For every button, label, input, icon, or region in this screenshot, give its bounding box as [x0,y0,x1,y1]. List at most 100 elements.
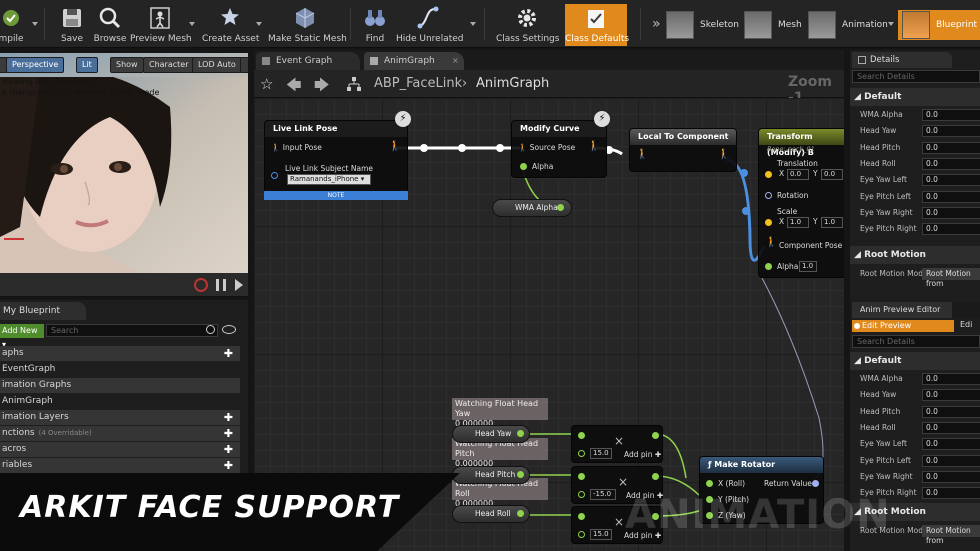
rotation-pin[interactable] [765,192,772,199]
multiply-roll-in-a-pin[interactable] [578,513,585,520]
details-tab[interactable]: Details [852,52,952,68]
viewport-extra-button[interactable] [240,57,248,73]
my-blueprint-tab[interactable]: My Blueprint [0,302,86,320]
subject-name-pin[interactable] [271,172,278,179]
multiply-yaw-out-pin[interactable] [652,432,659,439]
class-settings-button[interactable]: Class Settings [496,0,559,48]
wma-alpha-output-pin[interactable] [557,204,564,211]
detail-field-input[interactable]: 0.0 [922,157,980,170]
translation-y-input[interactable]: 0.0 [821,169,843,180]
detail-field-input[interactable]: 0.0 [922,190,980,203]
tab-event-graph[interactable]: Event Graph [256,52,360,70]
detail-field-input[interactable]: 0.0 [922,141,980,154]
modify-curve-node[interactable]: Modify Curve ⚡ 🚶 Source Pose 🚶 Alpha [511,111,610,178]
my-blueprint-category[interactable]: riables ✚ [0,458,240,473]
detail-field-input[interactable]: 0.0 [922,373,980,385]
detail-field-input[interactable]: 0.0 [922,125,980,138]
head-roll-output-pin[interactable] [517,510,524,517]
component-pose-in-pin-icon[interactable]: 🚶 [765,237,777,248]
source-pose-pin[interactable]: 🚶 Source Pose [518,143,575,152]
translation-x-input[interactable]: 0.0 [787,169,809,180]
hide-unrelated-button[interactable]: Hide Unrelated [396,0,464,48]
add-pin-yaw[interactable]: Add pin ✚ [624,450,661,459]
detail-field-input[interactable]: 0.0 [922,487,980,500]
scale-x-input[interactable]: 1.0 [787,217,809,228]
head-yaw-getter[interactable]: Head Yaw [452,425,530,443]
live-link-pose-node[interactable]: Live Link Pose ⚡ 🚶 Input Pose 🚶 Live Lin… [264,111,411,200]
scale-pin[interactable] [765,219,772,226]
class-defaults-button[interactable]: Class Defaults [565,4,629,46]
local-to-component-node[interactable]: Local To Component 🚶 🚶 [629,128,737,172]
favorite-star-icon[interactable]: ☆ [260,75,273,93]
preview-default-section-header[interactable]: ◢ Default [850,352,980,370]
save-button[interactable]: Save [52,0,92,48]
head-yaw-output-pin[interactable] [517,430,524,437]
head-pitch-output-pin[interactable] [517,471,524,478]
multiply-yaw-in-b-pin[interactable] [578,450,585,457]
detail-field-input[interactable]: 0.0 [922,174,980,187]
compile-dropdown-icon[interactable] [32,22,38,26]
preview-mesh-button[interactable]: Preview Mesh [130,0,192,48]
add-plus-icon[interactable]: ✚ [223,412,234,423]
mode-animation-button[interactable]: Animation [808,10,888,40]
make-static-mesh-button[interactable]: Make Static Mesh [268,0,347,48]
alpha-pin[interactable] [520,163,527,170]
character-button[interactable]: Character [143,57,195,73]
create-asset-button[interactable]: Create Asset [202,0,259,48]
lod-button[interactable]: LOD Auto [192,57,242,73]
multiply-pitch-in-a-pin[interactable] [578,473,585,480]
multiply-roll-value[interactable]: 15.0 [590,529,612,540]
add-plus-icon[interactable]: ✚ [223,460,234,471]
default-section-header[interactable]: ◢ Default [850,88,980,106]
browse-button[interactable]: Browse [92,0,128,48]
my-blueprint-category[interactable]: nctions (4 Overridable) ✚ [0,426,240,441]
detail-field-input[interactable]: 0.0 [922,206,980,219]
my-blueprint-item[interactable]: AnimGraph [0,394,240,409]
component-pose-pin-icon[interactable]: 🚶 [718,149,730,160]
play-icon[interactable] [235,279,243,291]
back-arrow-icon[interactable]: 🡄 [286,75,302,100]
mode-mesh-button[interactable]: Mesh [744,10,802,40]
tab-anim-graph[interactable]: AnimGraph [364,52,464,70]
show-button[interactable]: Show [110,57,144,73]
preview-root-motion-mode-select[interactable]: Root Motion from [922,525,980,545]
multiply-pitch-in-b-pin[interactable] [578,491,585,498]
multiply-yaw-in-a-pin[interactable] [578,432,585,439]
multiply-roll-in-b-pin[interactable] [578,531,585,538]
transform-alpha-pin[interactable] [765,263,772,270]
detail-field-input[interactable]: 0.0 [922,405,980,418]
create-asset-dropdown-icon[interactable] [256,22,262,26]
head-roll-getter[interactable]: Head Roll [452,505,530,523]
detail-field-input[interactable]: 0.0 [922,454,980,467]
scale-y-input[interactable]: 1.0 [821,217,843,228]
compile-button[interactable]: mpile [0,0,28,48]
multiply-node-yaw[interactable]: 15.0 × Add pin ✚ [571,425,663,463]
detail-field-input[interactable]: 0.0 [922,470,980,483]
subject-name-dropdown[interactable]: Ramanands_iPhone ▾ [287,174,371,185]
preview-mesh-dropdown-icon[interactable] [189,22,195,26]
input-pose-pin[interactable]: 🚶 Input Pose [271,143,322,152]
add-plus-icon[interactable]: ✚ [223,348,234,359]
add-new-button[interactable]: Add New ▾ [0,324,44,349]
detail-field-input[interactable]: 0.0 [922,109,980,121]
eye-icon[interactable] [222,325,236,334]
my-blueprint-category[interactable]: imation Layers ✚ [0,410,240,425]
details-search-input[interactable]: Search Details [852,70,980,83]
find-button[interactable]: Find [360,0,390,48]
chevron-right-icon[interactable]: » [652,16,661,32]
breadcrumb-graph[interactable]: AnimGraph [476,76,549,91]
forward-arrow-icon[interactable]: 🡆 [314,75,330,100]
multiply-pitch-out-pin[interactable] [652,473,659,480]
add-plus-icon[interactable]: ✚ [223,444,234,455]
mode-blueprint-button[interactable]: Blueprint [898,10,980,40]
my-blueprint-category[interactable]: imation Graphs [0,378,240,393]
head-pitch-getter[interactable]: Head Pitch [452,466,530,484]
translation-pin[interactable] [765,171,772,178]
lit-button[interactable]: Lit [76,57,98,73]
local-pose-pin-icon[interactable]: 🚶 [636,149,648,160]
detail-field-input[interactable]: 0.0 [922,389,980,402]
my-blueprint-search-input[interactable]: Search [46,324,218,337]
transform-modify-bone-node[interactable]: Transform (Modify) B Bone: neck_01 Trans… [758,128,844,278]
my-blueprint-item[interactable]: EventGraph [0,362,240,377]
anim-preview-editor-tab[interactable]: Anim Preview Editor [852,302,952,318]
